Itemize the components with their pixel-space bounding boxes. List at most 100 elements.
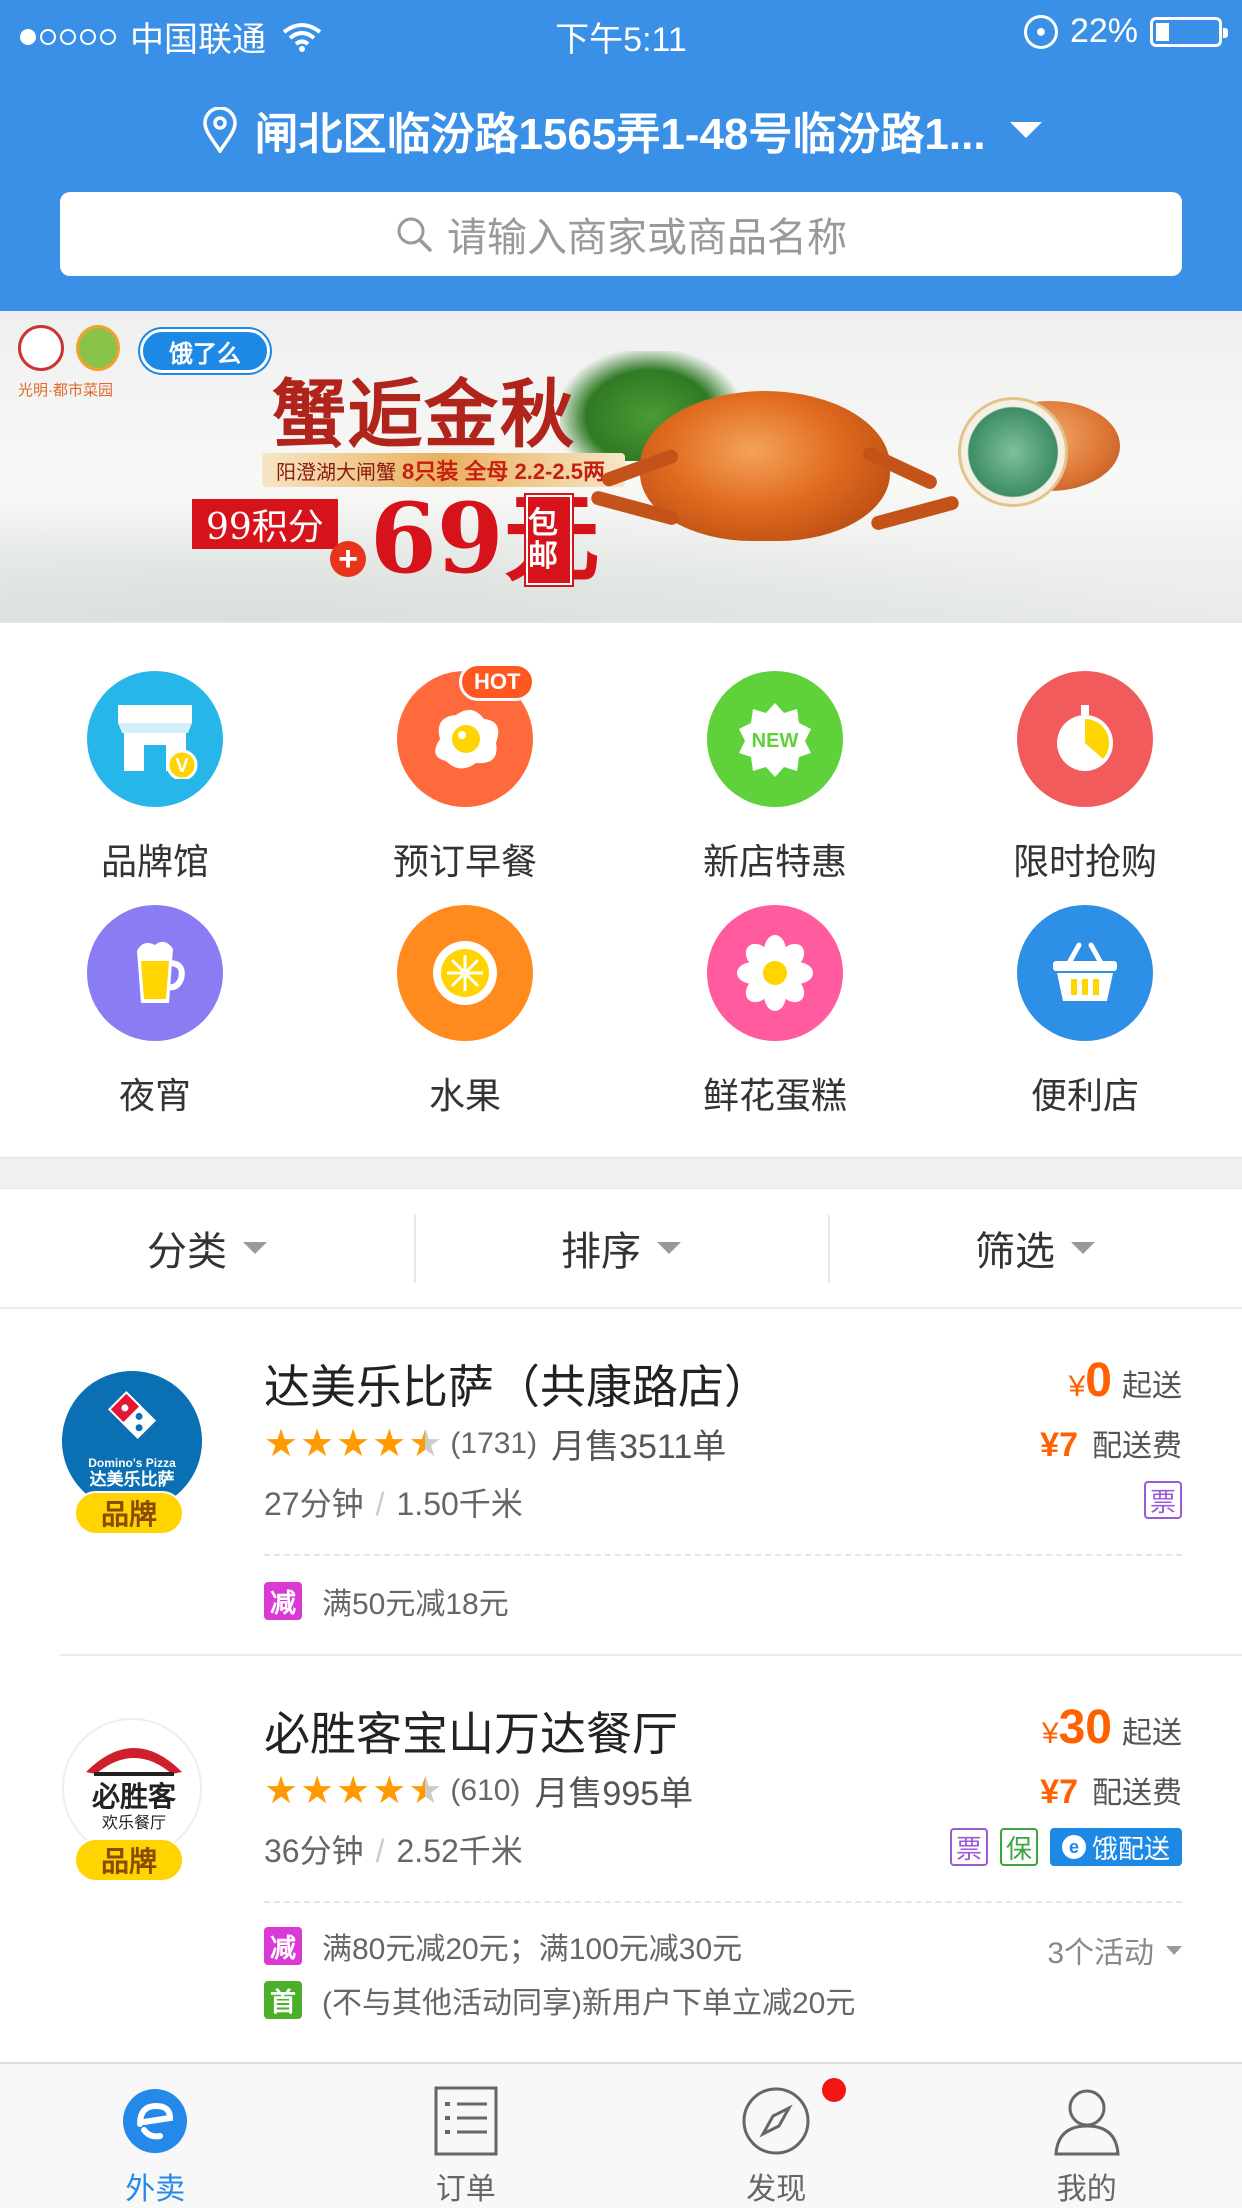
star-icon: ★ — [264, 1769, 299, 1812]
banner-points: 99积分 — [192, 499, 338, 549]
svg-text:欢乐餐厅: 欢乐餐厅 — [102, 1813, 166, 1832]
rotation-lock-icon: ● — [1023, 14, 1058, 49]
shop-rating: ★ ★ ★ ★ ★ (1731) 月售3511单 — [264, 1422, 727, 1467]
shop-badges: 票 — [1143, 1481, 1182, 1519]
divider — [264, 1901, 1182, 1903]
filter-sort[interactable]: 排序 — [414, 1189, 828, 1307]
shop-meta: 36分钟/2.52千米 — [264, 1833, 523, 1869]
header: 中国联通 下午5:11 ● 22% 闸北区临汾路1565弄1-48号临汾路1..… — [0, 0, 1242, 311]
battery-icon — [1150, 16, 1228, 47]
banner-plus: + — [330, 540, 366, 578]
shop-name: 必胜客宝山万达餐厅 — [264, 1708, 678, 1760]
battery-percent: 22% — [1069, 12, 1138, 50]
egg-icon: HOT — [397, 663, 536, 807]
basket-icon — [1017, 905, 1153, 1041]
svg-text:必胜客: 必胜客 — [92, 1780, 177, 1813]
banner-title: 蟹逅金秋 — [272, 372, 576, 458]
chevron-down-icon — [1166, 1945, 1182, 1955]
star-icon: ★ — [300, 1769, 335, 1812]
star-icon: ★ — [372, 1422, 407, 1465]
partner-logo: 光明·都市菜园 — [18, 325, 128, 415]
search-input[interactable]: 请输入商家或商品名称 — [60, 192, 1182, 276]
beer-icon — [87, 905, 223, 1041]
shop-name: 达美乐比萨（共康路店） — [264, 1361, 770, 1413]
tab-discover[interactable]: 发现 — [621, 2064, 932, 2208]
category-convenience[interactable]: 便利店 — [930, 905, 1240, 1119]
timer-icon — [1017, 671, 1153, 807]
star-icon: ★ — [300, 1422, 335, 1465]
star-icon: ★ — [372, 1769, 407, 1812]
new-icon: NEW — [707, 671, 843, 807]
min-order: ¥0 起送 — [1068, 1354, 1182, 1407]
shop-card[interactable]: 必胜客 欢乐餐厅 品牌 必胜客宝山万达餐厅 ★ ★ ★ ★ ★ (610) 月售995单… — [0, 1658, 1242, 2062]
seal-badge — [958, 397, 1068, 507]
invoice-badge: 票 — [1143, 1481, 1182, 1519]
filter-category[interactable]: 分类 — [0, 1189, 414, 1307]
order-list-icon — [434, 2086, 498, 2156]
half-star-icon: ★ — [408, 1422, 443, 1465]
store-icon: V — [87, 671, 223, 807]
address-selector[interactable]: 闸北区临汾路1565弄1-48号临汾路1... — [0, 98, 1242, 162]
category-brand[interactable]: V 品牌馆 — [0, 671, 310, 885]
orange-icon — [397, 905, 533, 1041]
svg-text:达美乐比萨: 达美乐比萨 — [90, 1469, 175, 1490]
filter-bar: 分类 排序 筛选 — [0, 1189, 1242, 1309]
chevron-down-icon — [1071, 1242, 1095, 1254]
shop-logo: 必胜客 欢乐餐厅 — [62, 1718, 202, 1858]
category-breakfast[interactable]: HOT 预订早餐 — [310, 663, 620, 885]
ele-icon — [123, 2089, 188, 2153]
tab-bar: 外卖 订单 发现 我的 — [0, 2062, 1242, 2208]
divider — [264, 1554, 1182, 1556]
svg-text:NEW: NEW — [752, 730, 799, 752]
ele-delivery-badge: e 饿配送 — [1049, 1828, 1182, 1866]
chevron-down-icon — [1009, 122, 1042, 138]
delivery-fee: ¥7 配送费 — [1040, 1426, 1182, 1464]
location-pin-icon — [203, 107, 238, 153]
category-flash-sale[interactable]: 限时抢购 — [930, 671, 1240, 885]
tab-takeout[interactable]: 外卖 — [0, 2064, 311, 2208]
shop-badges: 票 保 e 饿配送 — [949, 1828, 1182, 1866]
tab-orders[interactable]: 订单 — [311, 2064, 622, 2208]
compass-icon — [742, 2087, 810, 2155]
star-icon: ★ — [336, 1769, 371, 1812]
delivery-fee: ¥7 配送费 — [1040, 1773, 1182, 1811]
status-bar: 中国联通 下午5:11 ● 22% — [0, 0, 1242, 64]
address-text: 闸北区临汾路1565弄1-48号临汾路1... — [254, 110, 986, 159]
category-flowers-cake[interactable]: 鲜花蛋糕 — [620, 905, 930, 1119]
tab-profile[interactable]: 我的 — [932, 2064, 1242, 2208]
discount-tag: 减 — [264, 1582, 302, 1620]
category-new-store[interactable]: NEW 新店特惠 — [620, 671, 930, 885]
svg-text:V: V — [175, 755, 189, 777]
category-late-night[interactable]: 夜宵 — [0, 905, 310, 1119]
search-icon — [397, 217, 432, 252]
promo-banner[interactable]: 光明·都市菜园 饿了么 蟹逅金秋 阳澄湖大闸蟹 8只装 全母 2.2-2.5两 9… — [0, 311, 1242, 623]
first-order-tag: 首 — [264, 1981, 302, 2019]
shop-rating: ★ ★ ★ ★ ★ (610) 月售995单 — [264, 1769, 694, 1814]
promo-item: 减 满80元减20元；满100元减30元 — [264, 1924, 742, 1968]
discount-tag: 减 — [264, 1927, 302, 1965]
chevron-down-icon — [243, 1242, 267, 1254]
category-fruit[interactable]: 水果 — [310, 905, 620, 1119]
half-star-icon: ★ — [408, 1769, 443, 1812]
svg-text:Domino's Pizza: Domino's Pizza — [88, 1456, 176, 1470]
brand-badge: 品牌 — [74, 1491, 184, 1535]
category-grid: V 品牌馆 HOT 预订早餐 NEW 新店特惠 限时抢购 夜宵 水果 鲜花蛋糕 … — [0, 625, 1242, 1157]
more-activities[interactable]: 3个活动 — [1047, 1928, 1182, 1972]
shop-logo: Domino's Pizza 达美乐比萨 — [62, 1371, 202, 1511]
ele-icon: e — [1061, 1835, 1086, 1859]
ele-logo: 饿了么 — [140, 329, 270, 373]
promo-item: 减 满50元减18元 — [264, 1579, 509, 1623]
shop-card[interactable]: Domino's Pizza 达美乐比萨 品牌 达美乐比萨（共康路店） ★ ★ ★ ★… — [0, 1311, 1242, 1656]
flower-icon — [707, 905, 843, 1041]
min-order: ¥30 起送 — [1041, 1701, 1182, 1754]
promo-item: 首 (不与其他活动同享)新用户下单立减20元 — [264, 1978, 855, 2022]
chevron-down-icon — [657, 1242, 681, 1254]
brand-badge: 品牌 — [74, 1838, 184, 1882]
star-icon: ★ — [264, 1422, 299, 1465]
banner-free-shipping: 包邮 — [526, 495, 572, 585]
section-gap — [0, 1157, 1242, 1189]
search-placeholder: 请输入商家或商品名称 — [447, 216, 847, 260]
insurance-badge: 保 — [999, 1828, 1038, 1866]
user-icon — [1054, 2089, 1120, 2156]
filter-screen[interactable]: 筛选 — [828, 1189, 1242, 1307]
